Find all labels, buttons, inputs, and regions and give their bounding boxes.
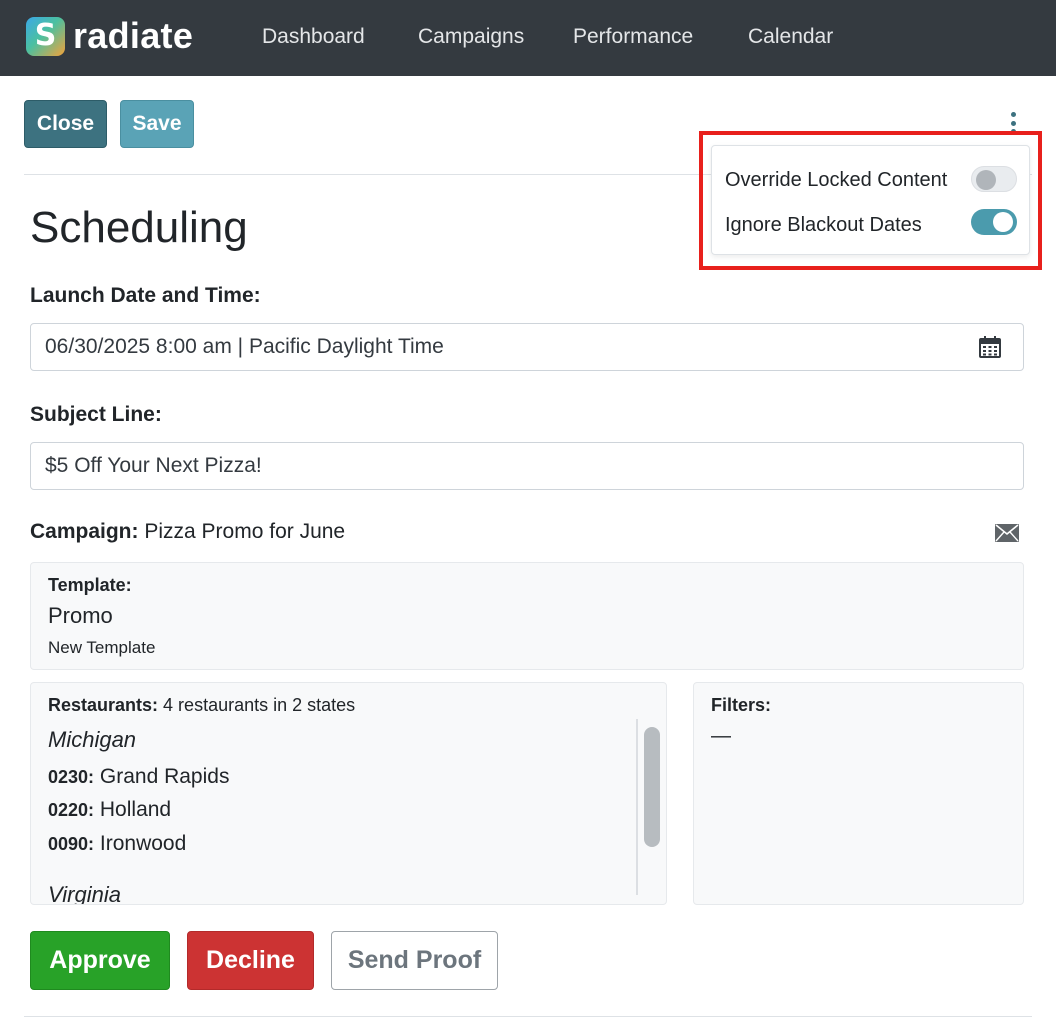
ignore-blackout-dates-toggle[interactable]: [971, 209, 1017, 235]
filters-label: Filters:: [711, 695, 772, 715]
close-button[interactable]: Close: [24, 100, 107, 148]
nav-performance[interactable]: Performance: [573, 25, 693, 49]
save-button[interactable]: Save: [120, 100, 194, 148]
page-title: Scheduling: [30, 203, 248, 252]
list-item: 0220: Holland: [48, 798, 172, 821]
app-name: radiate: [73, 15, 194, 56]
subject-line-value: $5 Off Your Next Pizza!: [45, 454, 262, 477]
app-logo[interactable]: S radiate: [26, 16, 193, 56]
ignore-blackout-dates-label: Ignore Blackout Dates: [725, 214, 922, 236]
override-locked-content-label: Override Locked Content: [725, 169, 948, 191]
scroll-track: [636, 719, 638, 895]
nav-dashboard[interactable]: Dashboard: [262, 25, 365, 49]
decline-button[interactable]: Decline: [187, 931, 314, 990]
list-item: 0090: Ironwood: [48, 832, 187, 855]
filters-value: —: [711, 725, 731, 747]
campaign-label: Campaign:: [30, 520, 139, 543]
template-subtitle: New Template: [48, 638, 156, 657]
launch-date-value: 06/30/2025 8:00 am | Pacific Daylight Ti…: [45, 335, 444, 358]
send-proof-button[interactable]: Send Proof: [331, 931, 498, 990]
restaurants-summary: 4 restaurants in 2 states: [163, 695, 356, 715]
subject-line-field[interactable]: $5 Off Your Next Pizza!: [30, 442, 1024, 490]
campaign-value: Pizza Promo for June: [144, 520, 346, 543]
list-item: 0230: Grand Rapids: [48, 765, 230, 788]
logo-icon: S: [26, 16, 65, 56]
divider: [24, 1016, 1032, 1017]
subject-line-label: Subject Line:: [30, 403, 162, 426]
envelope-icon[interactable]: [995, 524, 1019, 542]
state-heading: Virginia: [48, 882, 121, 905]
restaurants-panel: Restaurants: 4 restaurants in 2 states M…: [30, 682, 667, 905]
scrollbar[interactable]: [644, 727, 660, 847]
approve-button[interactable]: Approve: [30, 931, 170, 990]
nav-calendar[interactable]: Calendar: [748, 25, 833, 49]
options-dropdown: Override Locked Content Ignore Blackout …: [711, 145, 1030, 255]
filters-panel: Filters: —: [693, 682, 1024, 905]
restaurants-label: Restaurants:: [48, 695, 159, 715]
top-navbar: S radiate Dashboard Campaigns Performanc…: [0, 0, 1056, 76]
nav-campaigns[interactable]: Campaigns: [418, 25, 524, 49]
calendar-icon[interactable]: [979, 336, 1001, 358]
campaign-line: Campaign: Pizza Promo for June: [30, 520, 345, 544]
restaurants-header: Restaurants: 4 restaurants in 2 states: [48, 695, 355, 716]
launch-date-label: Launch Date and Time:: [30, 284, 261, 307]
override-locked-content-toggle[interactable]: [971, 166, 1017, 192]
template-label: Template:: [48, 575, 132, 595]
template-name: Promo: [48, 603, 113, 628]
template-panel: Template: Promo New Template: [30, 562, 1024, 670]
state-heading: Michigan: [48, 727, 137, 752]
launch-date-field[interactable]: 06/30/2025 8:00 am | Pacific Daylight Ti…: [30, 323, 1024, 371]
